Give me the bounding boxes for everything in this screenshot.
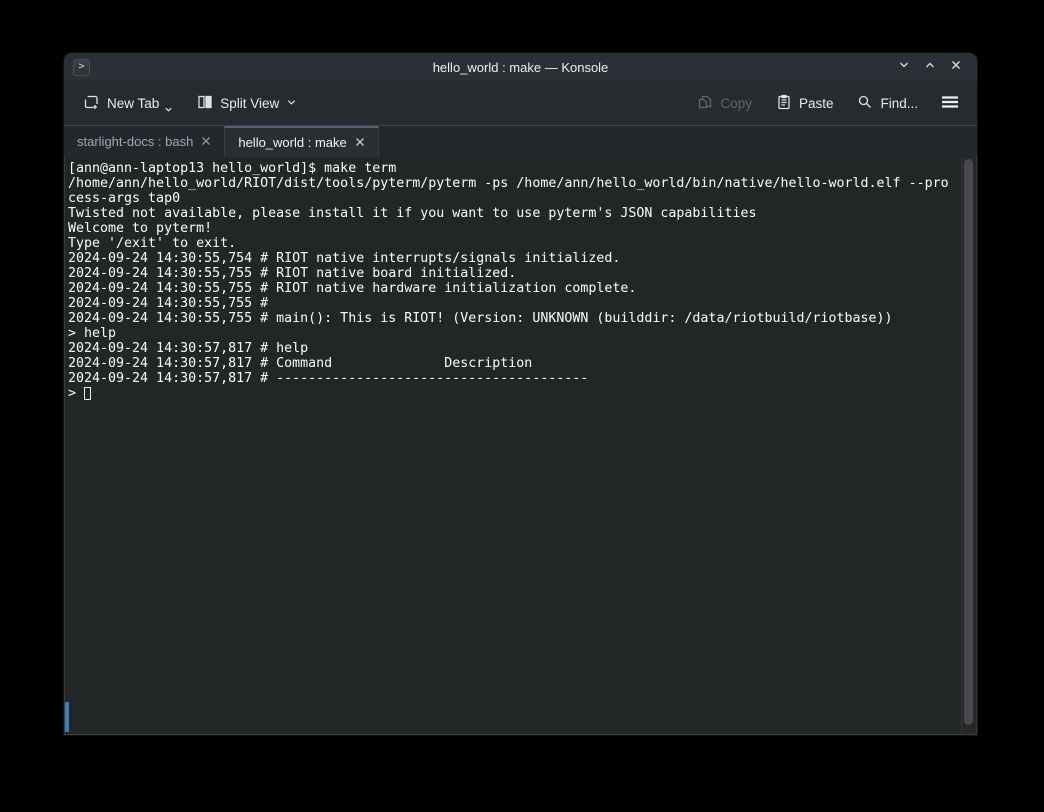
split-view-label: Split View [220, 96, 279, 111]
new-tab-label: New Tab [107, 96, 159, 111]
scrollbar-thumb[interactable] [964, 159, 973, 725]
tab-close-icon[interactable] [201, 134, 211, 149]
terminal-line: 2024-09-24 14:30:55,754 # RIOT native in… [68, 251, 961, 266]
tab-hello-world-make[interactable]: hello_world : make [224, 126, 378, 157]
tab-close-icon[interactable] [355, 135, 365, 150]
close-button[interactable] [943, 55, 969, 79]
tab-starlight-docs-bash[interactable]: starlight-docs : bash [64, 126, 224, 157]
hamburger-menu-icon [941, 95, 959, 112]
terminal-scrollbar[interactable] [961, 157, 976, 734]
terminal-line: 2024-09-24 14:30:55,755 # RIOT native ha… [68, 281, 961, 296]
terminal-prompt: > [68, 386, 84, 401]
terminal-line: 2024-09-24 14:30:57,817 # --------------… [68, 371, 961, 386]
terminal-cursor [84, 387, 91, 400]
window-title: hello_world : make — Konsole [64, 60, 977, 75]
terminal-line: /home/ann/hello_world/RIOT/dist/tools/py… [68, 176, 961, 191]
terminal-line: Twisted not available, please install it… [68, 206, 961, 221]
titlebar[interactable]: > hello_world : make — Konsole [64, 53, 977, 81]
new-tab-icon [83, 94, 100, 114]
terminal-prompt-line: > [68, 386, 961, 401]
split-view-button[interactable]: Split View [188, 88, 306, 119]
tab-bar: starlight-docs : bash hello_world : make [64, 126, 977, 157]
terminal-line: > help [68, 326, 961, 341]
chevron-down-icon [164, 102, 173, 117]
chevron-down-icon [898, 58, 910, 76]
split-view-icon [197, 94, 213, 113]
menu-button[interactable] [933, 89, 967, 118]
terminal-line: 2024-09-24 14:30:57,817 # help [68, 341, 961, 356]
konsole-window: > hello_world : make — Konsole [64, 53, 977, 735]
chevron-down-icon [286, 96, 297, 111]
paste-icon [776, 94, 792, 113]
paste-label: Paste [799, 96, 834, 111]
scroll-highlight-indicator [65, 702, 69, 732]
terminal-line: 2024-09-24 14:30:55,755 # main(): This i… [68, 311, 961, 326]
find-button[interactable]: Find... [848, 88, 927, 119]
minimize-button[interactable] [891, 55, 917, 79]
terminal-line: cess-args tap0 [68, 191, 961, 206]
terminal-view: [ann@ann-laptop13 hello_world]$ make ter… [64, 157, 977, 735]
maximize-button[interactable] [917, 55, 943, 79]
tab-label: starlight-docs : bash [77, 134, 193, 149]
find-label: Find... [880, 96, 918, 111]
copy-button[interactable]: Copy [688, 88, 761, 119]
copy-icon [697, 94, 713, 113]
tab-label: hello_world : make [238, 135, 346, 150]
terminal-screen[interactable]: [ann@ann-laptop13 hello_world]$ make ter… [65, 157, 961, 734]
terminal-line: 2024-09-24 14:30:55,755 # [68, 296, 961, 311]
new-tab-button[interactable]: New Tab [74, 84, 182, 123]
toolbar: New Tab Split View [64, 81, 977, 126]
terminal-line: [ann@ann-laptop13 hello_world]$ make ter… [68, 161, 961, 176]
terminal-line: 2024-09-24 14:30:55,755 # RIOT native bo… [68, 266, 961, 281]
terminal-output: [ann@ann-laptop13 hello_world]$ make ter… [68, 161, 961, 386]
search-icon [857, 94, 873, 113]
terminal-line: Welcome to pyterm! [68, 221, 961, 236]
paste-button[interactable]: Paste [767, 88, 843, 119]
chevron-up-icon [924, 58, 936, 76]
terminal-line: Type '/exit' to exit. [68, 236, 961, 251]
terminal-line: 2024-09-24 14:30:57,817 # Command Descri… [68, 356, 961, 371]
copy-label: Copy [720, 96, 752, 111]
window-controls [891, 55, 977, 79]
close-icon [950, 58, 962, 76]
